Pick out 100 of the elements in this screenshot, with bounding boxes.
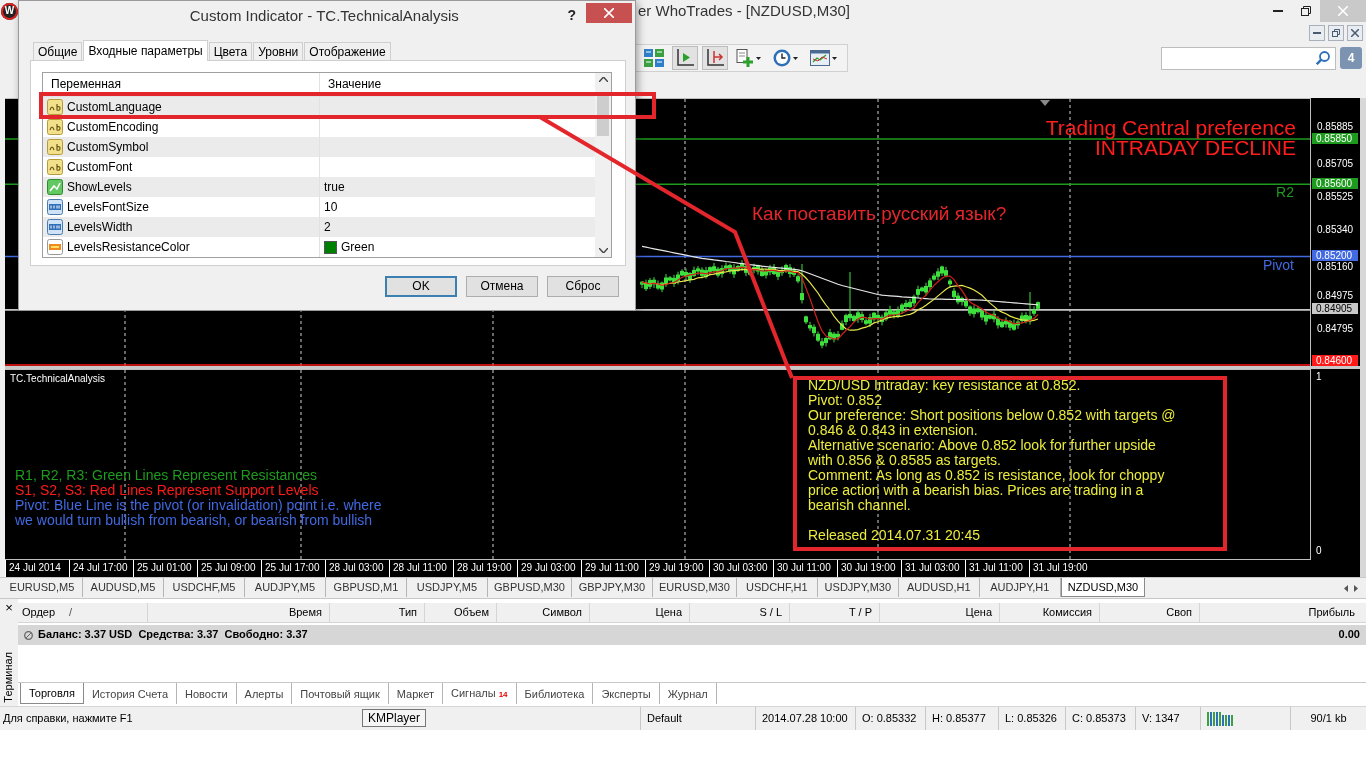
analysis-text: Comment: As long as 0.852 is resistance, look for choppy price action with a bearish bias. Prices are trading in a bearish channel.: [808, 468, 1166, 513]
tab[interactable]: Маркет: [388, 683, 444, 704]
column-header[interactable]: Объем: [425, 603, 497, 622]
text-tile-icon: [47, 99, 63, 115]
window-title: er WhoTrades - [NZDUSD,M30]: [638, 2, 850, 20]
dialog-title: Custom Indicator - TC.TechnicalAnalysis: [188, 6, 460, 26]
toolbar-button[interactable]: [702, 46, 728, 70]
tab[interactable]: Уровни: [253, 42, 304, 60]
chart-tab[interactable]: AUDJPY,H1: [979, 578, 1061, 597]
tab[interactable]: Почтовый ящик: [292, 683, 389, 704]
striped-tile-icon: [47, 199, 63, 215]
axis-arrow-icon: [706, 49, 724, 67]
tab[interactable]: Эксперты: [593, 683, 660, 704]
price-tag: 0.84600: [1312, 354, 1358, 366]
scroll-up-icon[interactable]: [598, 77, 608, 82]
parameter-value[interactable]: 2: [324, 219, 331, 235]
tab[interactable]: История Счета: [83, 683, 177, 704]
line-tile-icon: [47, 179, 63, 195]
parameter-value[interactable]: true: [324, 179, 345, 195]
column-header[interactable]: T / P: [790, 603, 880, 622]
axis-triangle-icon: [676, 49, 694, 67]
chart-tab[interactable]: USDJPY,M30: [817, 578, 899, 597]
price-label: 0.85160: [1317, 261, 1354, 272]
column-header[interactable]: Комиссия: [1000, 603, 1100, 622]
caret-icon: [793, 56, 798, 60]
chart-tab[interactable]: USDCHF,H1: [736, 578, 818, 597]
chart-tab[interactable]: AUDUSD,H1: [898, 578, 980, 597]
minimize-button[interactable]: [1309, 25, 1325, 41]
chart-tab[interactable]: EURUSD,M5: [2, 578, 83, 597]
scroll-right-icon[interactable]: [1354, 584, 1358, 592]
text-tile-icon: [47, 159, 63, 175]
scroll-left-icon[interactable]: [1344, 584, 1348, 592]
parameter-name: ShowLevels: [67, 179, 132, 195]
band-tile-icon: [47, 239, 63, 255]
chart-tab[interactable]: AUDUSD,M5: [83, 578, 164, 597]
parameter-name: CustomFont: [67, 159, 133, 175]
triangle-marker-icon: [1040, 100, 1050, 106]
tab[interactable]: Алерты: [236, 683, 293, 704]
status-text: 2014.07.28 10:00: [755, 707, 855, 730]
column-header: Переменная: [43, 73, 320, 96]
column-header[interactable]: S / L: [690, 603, 790, 622]
price-tag: 0.85600: [1312, 177, 1358, 189]
release-time: Released 2014.07.31 20:45: [808, 528, 982, 543]
chart-tab[interactable]: EURUSD,M30: [652, 578, 737, 597]
chart-tab[interactable]: USDJPY,M5: [407, 578, 488, 597]
chart-tab[interactable]: GBPJPY,M30: [571, 578, 653, 597]
tab[interactable]: Журнал: [659, 683, 717, 704]
column-header[interactable]: Цена: [880, 603, 1000, 622]
status-text: O: 0.85332: [855, 707, 925, 730]
close-icon: [1351, 29, 1359, 37]
column-header[interactable]: Тип: [330, 603, 425, 622]
minimize-icon: [1313, 32, 1321, 34]
analysis-text: Alternative scenario: Above 0.852 look for further upside with 0.856 & 0.8585 as targets.: [808, 438, 1157, 468]
help-button[interactable]: ?: [563, 6, 580, 24]
dialog-button[interactable]: Отмена: [466, 276, 538, 297]
tab[interactable]: Входные параметры: [83, 40, 208, 61]
parameter-value[interactable]: 10: [324, 199, 338, 215]
parameter-name: LevelsFontSize: [67, 199, 150, 215]
price-label: 0.85340: [1317, 225, 1354, 236]
close-button[interactable]: [586, 3, 632, 23]
price-tag: 0.85850: [1312, 132, 1358, 144]
chart-tab[interactable]: AUDJPY,M5: [245, 578, 326, 597]
tab[interactable]: Сигналы 14: [443, 683, 517, 704]
close-button[interactable]: ×: [5, 601, 13, 615]
column-header[interactable]: Ордер: [22, 605, 56, 620]
chart-tab[interactable]: GBPUSD,M30: [488, 578, 572, 597]
tab[interactable]: Торговля: [20, 683, 84, 704]
search-field[interactable]: [1161, 46, 1336, 70]
scrollbar[interactable]: [595, 73, 611, 257]
analysis-text: Pivot: 0.852: [808, 393, 882, 408]
tab[interactable]: Отображение: [304, 42, 391, 60]
price-label: 0.84975: [1317, 291, 1354, 302]
tab[interactable]: Библиотека: [516, 683, 594, 704]
toolbar-button[interactable]: [672, 46, 698, 70]
column-header[interactable]: Время: [148, 603, 330, 622]
parameter-name: CustomLanguage: [67, 99, 162, 115]
dialog-button[interactable]: OK: [385, 276, 457, 297]
column-header[interactable]: Прибыль: [1200, 603, 1362, 622]
column-header[interactable]: Символ: [497, 603, 590, 622]
column-header[interactable]: Цена: [590, 603, 690, 622]
tab[interactable]: Общие: [33, 42, 83, 60]
chart-tab[interactable]: GBPUSD,M1: [326, 578, 407, 597]
restore-button[interactable]: [1328, 25, 1344, 41]
chart-tab[interactable]: NZDUSD,M30: [1060, 578, 1146, 597]
legend-text: S1, S2, S3: Red Lines Represent Support Levels: [15, 483, 320, 498]
close-button[interactable]: [1347, 25, 1363, 41]
tab[interactable]: Новости: [177, 683, 237, 704]
price-tag: 0.84905: [1312, 303, 1358, 315]
column-header[interactable]: Своп: [1100, 603, 1200, 622]
panel-title: Терминал: [2, 652, 16, 703]
level-label: Pivot: [1262, 257, 1294, 273]
legend-text: Pivot: Blue Line is the pivot (or invalidation) point i.e. where we would turn bullish from bearish, or bearish from bullish: [15, 498, 383, 528]
chart-tab[interactable]: USDCHF,M5: [164, 578, 245, 597]
window-tiles-icon: [644, 49, 664, 67]
tab[interactable]: Цвета: [208, 42, 253, 60]
balance-summary: Баланс: 3.37 USD Средства: 3.37 Свободно: 3.37: [38, 628, 308, 642]
status-text: V: 1347: [1135, 707, 1200, 730]
parameter-value[interactable]: Green: [341, 239, 375, 255]
dialog-button[interactable]: Сброс: [547, 276, 619, 297]
scroll-down-icon[interactable]: [598, 248, 608, 253]
